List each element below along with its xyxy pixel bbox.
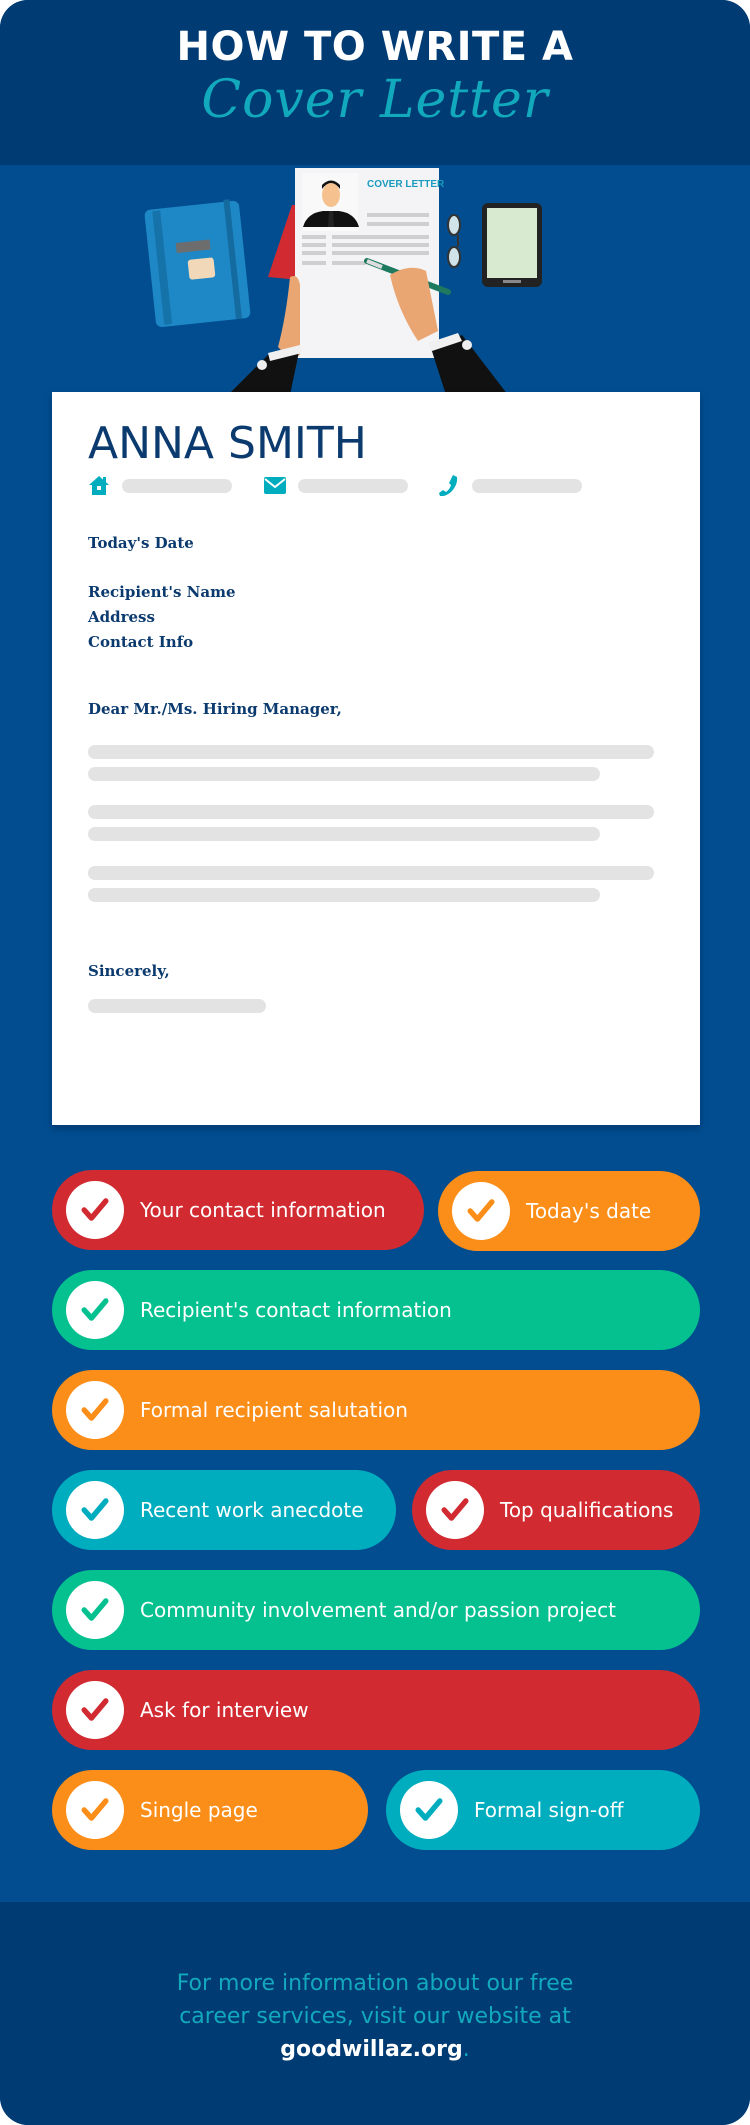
- envelope-icon: [264, 477, 286, 494]
- body-text-placeholder: [88, 888, 600, 902]
- checkmark-glyph: [415, 1798, 443, 1821]
- title-line-1: HOW TO WRITE A: [176, 24, 574, 70]
- checkmark-glyph: [81, 1598, 109, 1621]
- document-heading: COVER LETTER: [367, 179, 445, 190]
- body-text-placeholder: [88, 866, 654, 880]
- contact-info-label: Contact Info: [88, 633, 194, 651]
- cover-letter-sample: ANNA SMITH Today's Date Recipient's Name…: [52, 392, 700, 1125]
- checklist-item-label: Formal sign-off: [474, 1798, 624, 1822]
- salutation: Dear Mr./Ms. Hiring Manager,: [88, 700, 342, 718]
- phone-icon: [439, 475, 458, 496]
- checklist-item-label: Community involvement and/or passion pro…: [140, 1598, 616, 1622]
- check-icon: [66, 1681, 124, 1739]
- checklist-item-label: Recipient's contact information: [140, 1298, 452, 1322]
- checklist-item-label: Recent work anecdote: [140, 1498, 364, 1522]
- date-label: Today's Date: [88, 534, 194, 552]
- website-link[interactable]: goodwillaz.org: [280, 2037, 462, 2062]
- body-text-placeholder: [88, 827, 600, 841]
- checklist-item: Community involvement and/or passion pro…: [52, 1570, 700, 1650]
- title-line-2: Cover Letter: [201, 70, 549, 130]
- checklist-item: Your contact information: [52, 1170, 424, 1250]
- check-icon: [66, 1281, 124, 1339]
- checkmark-glyph: [81, 1498, 109, 1521]
- tablet-icon: [482, 203, 542, 287]
- footer-period: .: [462, 2037, 470, 2062]
- closing: Sincerely,: [88, 962, 170, 980]
- check-icon: [452, 1182, 510, 1240]
- checkmark-glyph: [81, 1198, 109, 1221]
- recipient-name-label: Recipient's Name: [88, 583, 236, 601]
- checklist-item: Formal recipient salutation: [52, 1370, 700, 1450]
- checklist-item: Formal sign-off: [386, 1770, 700, 1850]
- desk-illustration: COVER LETTER: [144, 168, 542, 395]
- check-icon: [66, 1581, 124, 1639]
- signature-placeholder: [88, 999, 266, 1013]
- body-text-placeholder: [88, 767, 600, 781]
- infographic: HOW TO WRITE A Cover Letter COVER LETTER: [0, 0, 750, 2125]
- checkmark-glyph: [441, 1498, 469, 1521]
- checklist-item: Ask for interview: [52, 1670, 700, 1750]
- checklist-item: Top qualifications: [412, 1470, 700, 1550]
- body-text-placeholder: [88, 805, 654, 819]
- checkmark-glyph: [81, 1698, 109, 1721]
- glasses-icon: [447, 214, 461, 268]
- check-icon: [66, 1781, 124, 1839]
- address-label: Address: [88, 608, 155, 626]
- checklist-item-label: Your contact information: [140, 1198, 386, 1222]
- phone-placeholder-bar: [472, 479, 582, 493]
- check-icon: [400, 1781, 458, 1839]
- contact-row: [88, 474, 648, 498]
- checkmark-glyph: [81, 1798, 109, 1821]
- body-text-placeholder: [88, 745, 654, 759]
- checklist-item-label: Top qualifications: [500, 1498, 674, 1522]
- notebook-icon: [144, 199, 251, 327]
- checkmark-glyph: [81, 1298, 109, 1321]
- checklist-item-label: Single page: [140, 1798, 258, 1822]
- footer-line-2: career services, visit our website at: [179, 2004, 571, 2029]
- footer-line-1: For more information about our free: [176, 1971, 574, 1996]
- checklist-item: Single page: [52, 1770, 368, 1850]
- address-placeholder-bar: [122, 479, 232, 493]
- checklist-item-label: Ask for interview: [140, 1698, 309, 1722]
- checklist-item: Recent work anecdote: [52, 1470, 396, 1550]
- applicant-name: ANNA SMITH: [88, 418, 367, 469]
- check-icon: [66, 1181, 124, 1239]
- check-icon: [66, 1381, 124, 1439]
- checkmark-glyph: [467, 1199, 495, 1222]
- checklist-item-label: Formal recipient salutation: [140, 1398, 408, 1422]
- check-icon: [66, 1481, 124, 1539]
- home-icon: [89, 476, 109, 495]
- checklist-item-label: Today's date: [526, 1199, 652, 1223]
- email-placeholder-bar: [298, 479, 408, 493]
- checkmark-glyph: [81, 1398, 109, 1421]
- check-icon: [426, 1481, 484, 1539]
- header: HOW TO WRITE A Cover Letter: [0, 0, 750, 165]
- checklist-item: Recipient's contact information: [52, 1270, 700, 1350]
- checklist-item: Today's date: [438, 1171, 700, 1251]
- footer: For more information about our free care…: [0, 1902, 750, 2125]
